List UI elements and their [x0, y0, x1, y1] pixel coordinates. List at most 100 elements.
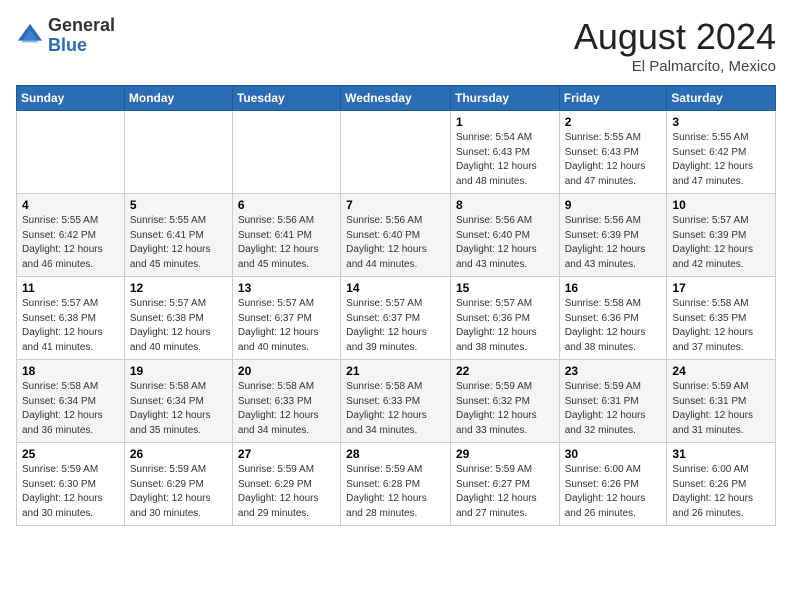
day-number: 17	[672, 281, 770, 295]
day-number: 12	[130, 281, 227, 295]
day-info: Sunrise: 5:57 AM Sunset: 6:37 PM Dayligh…	[238, 298, 319, 353]
day-number: 3	[672, 115, 770, 129]
calendar-cell: 8Sunrise: 5:56 AM Sunset: 6:40 PM Daylig…	[450, 194, 559, 277]
calendar-week-row: 18 Sunrise: 5:58 AM Sunset: 6:34 PM Dayli…	[17, 360, 776, 443]
day-info: Sunrise: 5:58 AM Sunset: 6:33 PM Dayligh…	[238, 381, 319, 436]
calendar-cell: 24Sunrise: 5:59 AM Sunset: 6:31 PM Dayli…	[667, 360, 776, 443]
day-number: 24	[672, 364, 770, 378]
logo-text: General Blue	[48, 16, 115, 56]
calendar-cell: 26Sunrise: 5:59 AM Sunset: 6:29 PM Dayli…	[124, 443, 232, 526]
calendar-cell: 17Sunrise: 5:58 AM Sunset: 6:35 PM Dayli…	[667, 277, 776, 360]
day-number: 16	[565, 281, 662, 295]
calendar-cell: 2 Sunrise: 5:55 AM Sunset: 6:43 PM Daylig…	[559, 111, 667, 194]
day-number: 19	[130, 364, 227, 378]
calendar-cell: 1 Sunrise: 5:54 AM Sunset: 6:43 PM Daylig…	[450, 111, 559, 194]
logo: General Blue	[16, 16, 115, 56]
day-info: Sunrise: 5:55 AM Sunset: 6:41 PM Dayligh…	[130, 215, 211, 270]
title-block: August 2024 El Palmarcito, Mexico	[574, 16, 776, 75]
logo-blue: Blue	[48, 36, 115, 56]
day-number: 10	[672, 198, 770, 212]
day-info: Sunrise: 5:59 AM Sunset: 6:27 PM Dayligh…	[456, 464, 537, 519]
day-number: 21	[346, 364, 445, 378]
day-info: Sunrise: 5:56 AM Sunset: 6:39 PM Dayligh…	[565, 215, 646, 270]
day-info: Sunrise: 5:59 AM Sunset: 6:29 PM Dayligh…	[238, 464, 319, 519]
calendar-cell: 12 Sunrise: 5:57 AM Sunset: 6:38 PM Dayli…	[124, 277, 232, 360]
day-number: 1	[456, 115, 554, 129]
day-info: Sunrise: 5:56 AM Sunset: 6:40 PM Dayligh…	[346, 215, 427, 270]
calendar-cell: 20 Sunrise: 5:58 AM Sunset: 6:33 PM Dayli…	[232, 360, 340, 443]
day-number: 13	[238, 281, 335, 295]
calendar-cell: 6 Sunrise: 5:56 AM Sunset: 6:41 PM Daylig…	[232, 194, 340, 277]
day-info: Sunrise: 5:59 AM Sunset: 6:31 PM Dayligh…	[565, 381, 646, 436]
calendar-cell: 3Sunrise: 5:55 AM Sunset: 6:42 PM Daylig…	[667, 111, 776, 194]
calendar-week-row: 11 Sunrise: 5:57 AM Sunset: 6:38 PM Dayli…	[17, 277, 776, 360]
day-number: 11	[22, 281, 119, 295]
calendar-week-row: 1 Sunrise: 5:54 AM Sunset: 6:43 PM Daylig…	[17, 111, 776, 194]
calendar-cell	[124, 111, 232, 194]
day-number: 18	[22, 364, 119, 378]
calendar-cell: 28 Sunrise: 5:59 AM Sunset: 6:28 PM Dayli…	[341, 443, 451, 526]
logo-general: General	[48, 16, 115, 36]
day-info: Sunrise: 5:57 AM Sunset: 6:38 PM Dayligh…	[22, 298, 103, 353]
day-number: 2	[565, 115, 662, 129]
day-number: 28	[346, 447, 445, 461]
calendar-cell: 11 Sunrise: 5:57 AM Sunset: 6:38 PM Dayli…	[17, 277, 125, 360]
day-number: 4	[22, 198, 119, 212]
day-info: Sunrise: 5:59 AM Sunset: 6:29 PM Dayligh…	[130, 464, 211, 519]
column-header-friday: Friday	[559, 86, 667, 111]
calendar-cell: 30 Sunrise: 6:00 AM Sunset: 6:26 PM Dayli…	[559, 443, 667, 526]
day-number: 30	[565, 447, 662, 461]
column-header-monday: Monday	[124, 86, 232, 111]
day-number: 9	[565, 198, 662, 212]
calendar-cell: 4Sunrise: 5:55 AM Sunset: 6:42 PM Daylig…	[17, 194, 125, 277]
day-number: 6	[238, 198, 335, 212]
day-info: Sunrise: 6:00 AM Sunset: 6:26 PM Dayligh…	[672, 464, 753, 519]
day-info: Sunrise: 5:55 AM Sunset: 6:43 PM Dayligh…	[565, 132, 646, 187]
day-info: Sunrise: 5:54 AM Sunset: 6:43 PM Dayligh…	[456, 132, 537, 187]
calendar-cell: 15 Sunrise: 5:57 AM Sunset: 6:36 PM Dayli…	[450, 277, 559, 360]
calendar-cell	[341, 111, 451, 194]
column-header-thursday: Thursday	[450, 86, 559, 111]
calendar-cell: 19 Sunrise: 5:58 AM Sunset: 6:34 PM Dayli…	[124, 360, 232, 443]
day-info: Sunrise: 5:59 AM Sunset: 6:32 PM Dayligh…	[456, 381, 537, 436]
location: El Palmarcito, Mexico	[574, 58, 776, 75]
day-info: Sunrise: 6:00 AM Sunset: 6:26 PM Dayligh…	[565, 464, 646, 519]
calendar-cell: 31 Sunrise: 6:00 AM Sunset: 6:26 PM Dayli…	[667, 443, 776, 526]
day-number: 22	[456, 364, 554, 378]
page-header: General Blue August 2024 El Palmarcito, …	[16, 16, 776, 75]
calendar-header-row: SundayMondayTuesdayWednesdayThursdayFrid…	[17, 86, 776, 111]
calendar-cell: 23 Sunrise: 5:59 AM Sunset: 6:31 PM Dayli…	[559, 360, 667, 443]
column-header-wednesday: Wednesday	[341, 86, 451, 111]
calendar-table: SundayMondayTuesdayWednesdayThursdayFrid…	[16, 85, 776, 526]
month-year: August 2024	[574, 16, 776, 58]
calendar-cell	[17, 111, 125, 194]
calendar-cell: 18Sunrise: 5:58 AM Sunset: 6:34 PM Dayli…	[17, 360, 125, 443]
day-info: Sunrise: 5:56 AM Sunset: 6:41 PM Dayligh…	[238, 215, 319, 270]
day-info: Sunrise: 5:59 AM Sunset: 6:30 PM Dayligh…	[22, 464, 103, 519]
calendar-cell	[232, 111, 340, 194]
day-info: Sunrise: 5:57 AM Sunset: 6:38 PM Dayligh…	[130, 298, 211, 353]
calendar-cell: 13 Sunrise: 5:57 AM Sunset: 6:37 PM Dayli…	[232, 277, 340, 360]
day-info: Sunrise: 5:59 AM Sunset: 6:28 PM Dayligh…	[346, 464, 427, 519]
column-header-tuesday: Tuesday	[232, 86, 340, 111]
day-info: Sunrise: 5:58 AM Sunset: 6:34 PM Dayligh…	[130, 381, 211, 436]
day-number: 5	[130, 198, 227, 212]
day-info: Sunrise: 5:58 AM Sunset: 6:36 PM Dayligh…	[565, 298, 646, 353]
day-info: Sunrise: 5:56 AM Sunset: 6:40 PM Dayligh…	[456, 215, 537, 270]
calendar-cell: 7Sunrise: 5:56 AM Sunset: 6:40 PM Daylig…	[341, 194, 451, 277]
day-number: 25	[22, 447, 119, 461]
calendar-cell: 25 Sunrise: 5:59 AM Sunset: 6:30 PM Dayli…	[17, 443, 125, 526]
day-number: 23	[565, 364, 662, 378]
day-number: 31	[672, 447, 770, 461]
column-header-saturday: Saturday	[667, 86, 776, 111]
calendar-cell: 16 Sunrise: 5:58 AM Sunset: 6:36 PM Dayli…	[559, 277, 667, 360]
day-number: 14	[346, 281, 445, 295]
day-number: 15	[456, 281, 554, 295]
calendar-cell: 29Sunrise: 5:59 AM Sunset: 6:27 PM Dayli…	[450, 443, 559, 526]
logo-icon	[16, 22, 44, 50]
day-info: Sunrise: 5:57 AM Sunset: 6:36 PM Dayligh…	[456, 298, 537, 353]
calendar-cell: 21Sunrise: 5:58 AM Sunset: 6:33 PM Dayli…	[341, 360, 451, 443]
column-header-sunday: Sunday	[17, 86, 125, 111]
day-info: Sunrise: 5:57 AM Sunset: 6:39 PM Dayligh…	[672, 215, 753, 270]
day-number: 20	[238, 364, 335, 378]
